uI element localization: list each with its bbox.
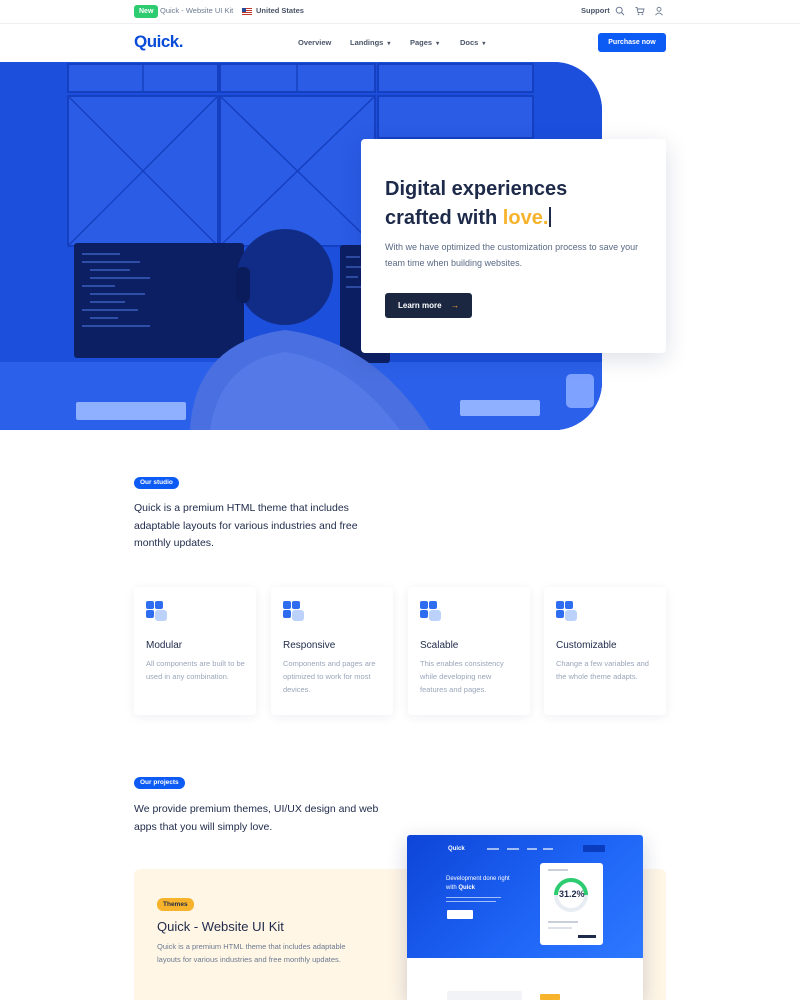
country-selector[interactable]: United States — [256, 6, 304, 15]
chevron-down-icon: ▾ — [482, 41, 486, 47]
hero-title-line1: Digital experiences — [385, 178, 568, 200]
grid-icon — [146, 601, 171, 621]
feature-title: Customizable — [556, 640, 617, 651]
hero-title-line2: crafted with — [385, 207, 503, 229]
chevron-down-icon: ▾ — [436, 41, 440, 47]
nav-item-label: Landings — [350, 38, 384, 47]
nav-item-landings[interactable]: Landings ▾ — [350, 38, 390, 47]
feature-title: Scalable — [420, 640, 459, 651]
feature-title: Modular — [146, 640, 183, 651]
chevron-down-icon: ▾ — [387, 41, 391, 47]
learn-more-label: Learn more — [398, 301, 442, 310]
preview-logo: Quick — [448, 846, 465, 852]
project-description: Quick is a premium HTML theme that inclu… — [157, 942, 346, 964]
new-badge: New — [134, 5, 159, 18]
cart-icon[interactable] — [635, 6, 645, 16]
projects-tag: Our projects — [134, 777, 185, 789]
us-flag-icon — [242, 8, 252, 15]
nav-item-label: Pages — [410, 38, 433, 47]
feature-card-responsive: Responsive Components and pages are opti… — [271, 587, 393, 715]
studio-text: Quick is a premium HTML theme that inclu… — [134, 502, 358, 549]
text-cursor — [549, 207, 551, 227]
hero-title-highlight: love. — [502, 207, 549, 229]
feature-description: This enables consistency while developin… — [420, 659, 504, 694]
feature-description: Components and pages are optimized to wo… — [283, 659, 376, 694]
grid-icon — [420, 601, 445, 621]
feature-card-scalable: Scalable This enables consistency while … — [408, 587, 530, 715]
nav-item-overview[interactable]: Overview — [298, 38, 331, 47]
preview-accent-block — [540, 994, 560, 1000]
feature-card-modular: Modular All components are built to be u… — [134, 587, 256, 715]
feature-title: Responsive — [283, 640, 336, 651]
logo[interactable]: Quick. — [134, 32, 183, 52]
nav-item-label: Overview — [298, 38, 332, 47]
top-bar: New Quick - Website UI Kit United States… — [0, 0, 800, 24]
search-icon[interactable] — [615, 6, 625, 16]
nav-item-docs[interactable]: Docs ▾ — [460, 38, 485, 47]
learn-more-button[interactable]: Learn more → — [385, 293, 472, 318]
project-title[interactable]: Quick - Website UI Kit — [157, 919, 284, 934]
feature-description: All components are built to be used in a… — [146, 659, 245, 681]
purchase-now-button[interactable]: Purchase now — [598, 33, 666, 52]
projects-text: We provide premium themes, UI/UX design … — [134, 803, 379, 833]
feature-card-customizable: Customizable Change a few variables and … — [544, 587, 666, 715]
preview-stat-value: 31.2% — [559, 889, 585, 899]
hero-description: With we have optimized the customization… — [385, 242, 639, 268]
project-preview-image[interactable]: Quick Development done right with Quick … — [407, 835, 643, 1000]
hero-card: Digital experiences crafted with love. W… — [361, 139, 666, 353]
preview-title-line1: Development done right — [446, 876, 510, 882]
preview-title-brand: Quick — [458, 885, 476, 891]
preview-title: Development done right with Quick — [446, 875, 510, 893]
hero-title: Digital experiences crafted with love. — [385, 175, 655, 233]
user-icon[interactable] — [654, 6, 664, 16]
preview-stat-card: 31.2% — [540, 863, 603, 945]
nav-item-pages[interactable]: Pages ▾ — [410, 38, 439, 47]
preview-content-block — [447, 991, 522, 1000]
main-nav: Quick. Overview Landings ▾ Pages ▾ Docs ▾ P… — [0, 24, 800, 62]
grid-icon — [556, 601, 581, 621]
kit-name-link[interactable]: Quick - Website UI Kit — [160, 6, 233, 15]
nav-item-label: Docs — [460, 38, 479, 47]
grid-icon — [283, 601, 308, 621]
feature-description: Change a few variables and the whole the… — [556, 659, 649, 681]
studio-tag: Our studio — [134, 477, 179, 489]
support-link[interactable]: Support — [581, 6, 610, 15]
preview-title-line2: with — [446, 885, 459, 891]
themes-tag: Themes — [157, 898, 194, 911]
arrow-right-icon: → — [451, 301, 459, 310]
preview-hero: Quick Development done right with Quick … — [407, 835, 643, 958]
